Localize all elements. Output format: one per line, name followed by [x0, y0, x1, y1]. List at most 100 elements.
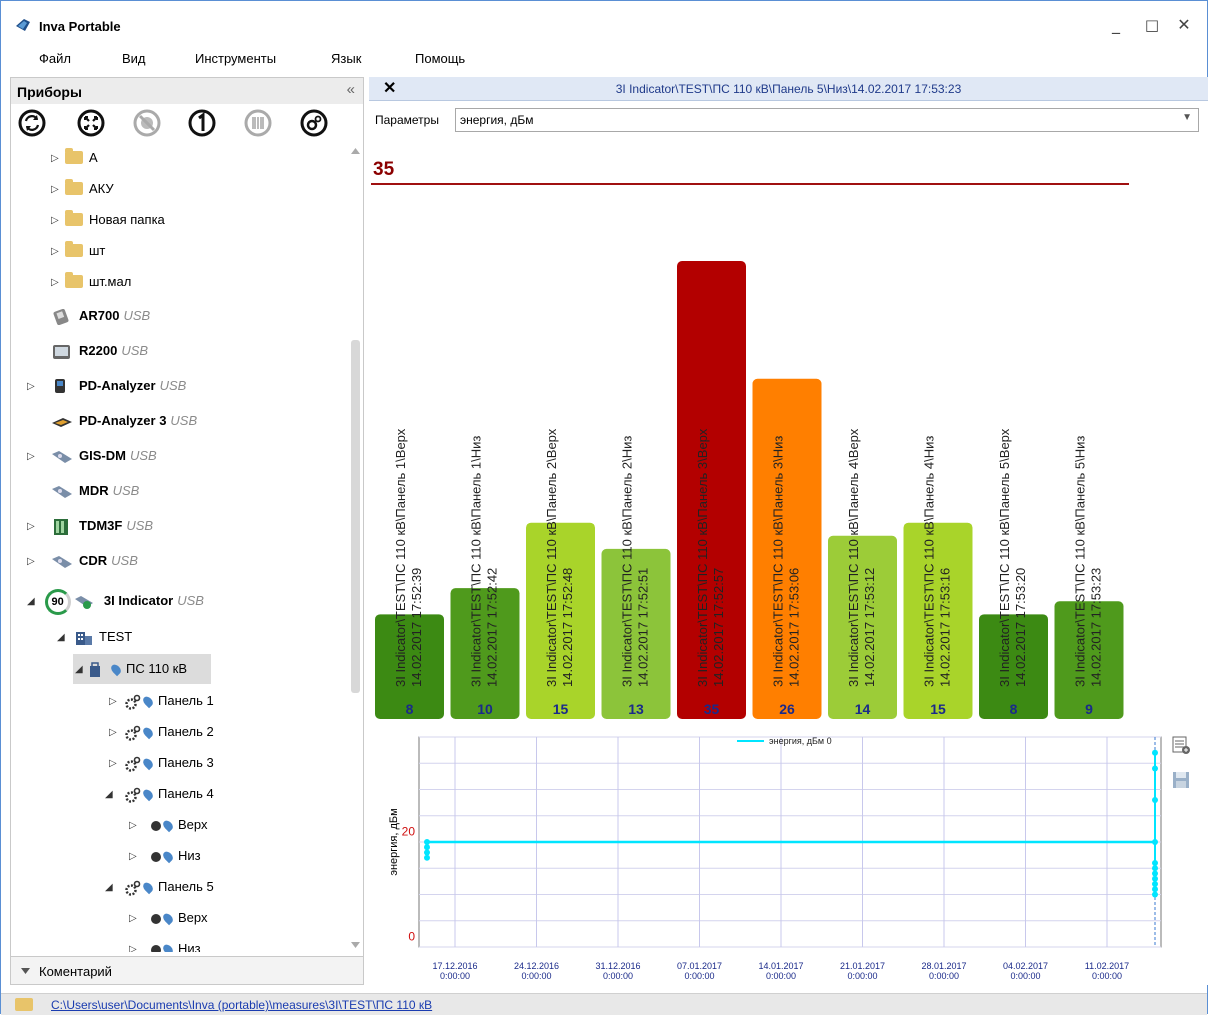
tree-device-gis-dm[interactable]: ▷ GIS-DM USB	[27, 444, 157, 468]
bar-category-time: 14.02.2017 17:52:48	[560, 568, 575, 687]
bar-category-path: 3I Indicator\TEST\ПС 110 кВ\Панель 2\Низ	[620, 436, 635, 687]
collapse-arrow-icon[interactable]: ◢	[27, 587, 41, 617]
collapse-arrow-icon[interactable]: ◢	[105, 876, 125, 900]
bar-value-label: 13	[628, 701, 644, 717]
folder-icon	[65, 148, 83, 165]
building-icon	[76, 631, 92, 645]
tree-node-panel-2[interactable]: ▷ Панель 2	[109, 720, 214, 744]
collapse-panel-button[interactable]: «	[347, 81, 355, 98]
params-select[interactable]: энергия, дБм ▼	[455, 108, 1199, 132]
collapse-arrow-icon[interactable]: ◢	[105, 783, 125, 807]
tree-device-tdm3f[interactable]: ▷ TDM3F USB	[27, 514, 153, 538]
scroll-up-icon[interactable]	[351, 148, 360, 154]
tree-node-test[interactable]: ◢ TEST	[57, 625, 132, 649]
tree-folder-aku[interactable]: ▷ АКУ	[51, 177, 114, 201]
tree-folder-sht[interactable]: ▷ шт	[51, 239, 105, 263]
tree-device-mdr[interactable]: MDR USB	[51, 479, 139, 503]
battery-badge: 90	[44, 588, 71, 615]
comments-section[interactable]: Коментарий	[11, 956, 363, 984]
bar-value-label: 15	[553, 701, 569, 717]
expand-arrow-icon[interactable]: ▷	[27, 445, 51, 469]
tree-node-panel-5-bottom[interactable]: ▷ Низ	[129, 937, 201, 952]
tree-label: АКУ	[89, 181, 114, 196]
expand-arrow-icon[interactable]: ▷	[109, 752, 125, 776]
tree-folder-sht-mal[interactable]: ▷ шт.мал	[51, 270, 131, 294]
x-tick-time: 0:00:00	[847, 971, 877, 981]
tree-device-pd-analyzer-3[interactable]: PD-Analyzer 3 USB	[51, 409, 197, 433]
tree-node-panel-5-top[interactable]: ▷ Верх	[129, 906, 208, 930]
tree-node-panel-4-bottom[interactable]: ▷ Низ	[129, 844, 201, 868]
expand-arrow-icon[interactable]: ▷	[129, 938, 151, 952]
tree-device-3i-indicator[interactable]: ◢ 90 3I Indicator USB	[27, 586, 204, 616]
tree-scrollbar[interactable]	[349, 144, 362, 952]
scroll-down-icon[interactable]	[351, 942, 360, 948]
expand-arrow-icon[interactable]: ▷	[51, 209, 65, 233]
expand-arrow-icon[interactable]: ▷	[51, 147, 65, 171]
bar-value-label: 8	[406, 701, 414, 717]
tree-label: 3I Indicator	[103, 593, 174, 608]
params-selected-value: энергия, дБм	[460, 113, 534, 127]
save-icon[interactable]	[1171, 770, 1191, 790]
series-point	[1152, 860, 1158, 866]
disabled-device-icon	[133, 109, 161, 137]
collapse-arrow-icon[interactable]: ◢	[75, 655, 89, 685]
tree-node-panel-4-top[interactable]: ▷ Верх	[129, 813, 208, 837]
close-button[interactable]: ✕	[1169, 11, 1199, 39]
bar-category-label: 3I Indicator\TEST\ПС 110 кВ\Панель 1\Низ…	[469, 436, 500, 687]
expand-arrow-icon[interactable]: ▷	[109, 721, 125, 745]
menu-tools[interactable]: Инструменты	[195, 51, 276, 66]
bar-category-path: 3I Indicator\TEST\ПС 110 кВ\Панель 5\Низ	[1073, 436, 1088, 687]
r2200-device-icon	[53, 344, 70, 359]
menu-language[interactable]: Язык	[331, 51, 361, 66]
scrollbar-thumb[interactable]	[351, 340, 360, 693]
tree-node-panel-3[interactable]: ▷ Панель 3	[109, 751, 214, 775]
tree-device-ar700[interactable]: AR700 USB	[51, 304, 150, 328]
tree-device-pd-analyzer[interactable]: ▷ PD-Analyzer USB	[27, 374, 186, 398]
expand-arrow-icon[interactable]: ▷	[129, 907, 151, 931]
expand-arrow-icon[interactable]: ▷	[51, 178, 65, 202]
menu-help[interactable]: Помощь	[415, 51, 465, 66]
gears-icon	[125, 880, 141, 896]
collapse-arrow-icon[interactable]: ◢	[57, 626, 75, 650]
expand-arrow-icon[interactable]: ▷	[51, 240, 65, 264]
tree-label: шт.мал	[89, 274, 132, 289]
maximize-button[interactable]: □	[1137, 11, 1167, 39]
tree-node-panel-1[interactable]: ▷ Панель 1	[109, 689, 214, 713]
devices-tree: ▷ А ▷ АКУ ▷ Новая папка ▷ шт ▷ шт.мал AR700 US…	[11, 144, 349, 952]
tree-device-cdr[interactable]: ▷ CDR USB	[27, 549, 138, 573]
expand-arrow-icon[interactable]: ▷	[109, 690, 125, 714]
tree-node-panel-4[interactable]: ◢ Панель 4	[105, 782, 214, 806]
export-table-icon[interactable]	[1171, 735, 1191, 755]
bar-category-label: 3I Indicator\TEST\ПС 110 кВ\Панель 5\Вер…	[997, 428, 1028, 687]
one-icon[interactable]	[187, 108, 217, 138]
status-path-link[interactable]: C:\Users\user\Documents\Inva (portable)\…	[51, 998, 432, 1012]
folder-icon	[65, 210, 83, 227]
series-point	[1152, 881, 1158, 887]
document-panel: ✕ 3I Indicator\TEST\ПС 110 кВ\Панель 5\Н…	[369, 77, 1208, 985]
expand-arrow-icon[interactable]: ▷	[51, 271, 65, 295]
dropdown-arrow-icon[interactable]: ▼	[1182, 112, 1192, 123]
expand-arrow-icon[interactable]: ▷	[27, 550, 51, 574]
expand-arrow-icon[interactable]: ▷	[27, 515, 51, 539]
tree-node-panel-5[interactable]: ◢ Панель 5	[105, 875, 214, 899]
tree-device-r2200[interactable]: R2200 USB	[51, 339, 148, 363]
expand-arrow-icon[interactable]: ▷	[129, 845, 151, 869]
menu-file[interactable]: Файл	[39, 51, 71, 66]
tree-label: PD-Analyzer	[79, 378, 156, 393]
expand-arrow-icon[interactable]: ▷	[129, 814, 151, 838]
minimize-button[interactable]: _	[1101, 11, 1131, 39]
menu-view[interactable]: Вид	[122, 51, 146, 66]
tree-folder-a[interactable]: ▷ А	[51, 146, 98, 170]
chevron-down-icon[interactable]	[21, 968, 30, 974]
expand-arrow-icon[interactable]: ▷	[27, 375, 51, 399]
settings-icon[interactable]	[299, 108, 329, 138]
series-point	[424, 849, 430, 856]
expand-icon[interactable]	[76, 108, 106, 138]
tree-label: ПС 110 кВ	[126, 661, 188, 676]
series-point	[424, 854, 430, 861]
tree-node-substation-selected[interactable]: ◢ ПС 110 кВ	[73, 654, 211, 684]
tree-label: TDM3F	[79, 518, 123, 533]
refresh-icon[interactable]	[17, 108, 47, 138]
time-series-chart: 17.12.20160:00:0024.12.20160:00:0031.12.…	[388, 736, 1162, 981]
tree-folder-new[interactable]: ▷ Новая папка	[51, 208, 165, 232]
